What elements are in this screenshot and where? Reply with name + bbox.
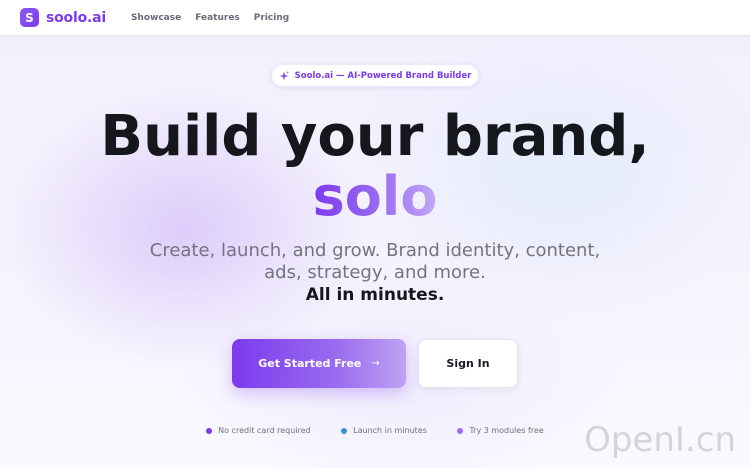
nav-link-features[interactable]: Features [195, 13, 240, 23]
feature-text: Try 3 modules free [469, 426, 544, 435]
separator: · [440, 426, 444, 435]
top-nav: S soolo.ai Showcase Features Pricing [0, 0, 750, 36]
hero-subtitle-strong: All in minutes. [305, 285, 445, 305]
feature-dot-icon [341, 427, 348, 434]
feature-item: Try 3 modules free [457, 426, 544, 435]
sign-in-label: Sign In [446, 357, 490, 370]
badge-text: Soolo.ai — AI-Powered Brand Builder [294, 70, 472, 81]
feature-item: No credit card required [206, 426, 311, 435]
feature-text: Launch in minutes [353, 426, 427, 435]
feature-text: No credit card required [218, 426, 311, 435]
nav-link-pricing[interactable]: Pricing [254, 13, 289, 23]
hero-headline-accent: solo [0, 166, 750, 228]
hero-headline: Build your brand, [100, 104, 650, 169]
logo-text[interactable]: soolo.ai [46, 10, 106, 26]
announcement-badge: Soolo.ai — AI-Powered Brand Builder [271, 64, 479, 87]
separator: · [324, 426, 328, 435]
feature-dot-icon [457, 427, 464, 434]
logo-letter: S [25, 10, 34, 25]
hero-subtitle: Create, launch, and grow. Brand identity… [0, 240, 750, 284]
nav-link-showcase[interactable]: Showcase [131, 13, 181, 23]
hero-accent-word: solo [312, 165, 438, 228]
watermark: OpenI.cn [584, 420, 736, 460]
arrow-right-icon: → [371, 358, 380, 369]
get-started-button[interactable]: Get Started Free → [232, 339, 406, 388]
hero-subtitle-line-2: ads, strategy, and more. [264, 262, 486, 283]
hero-subtitle-line-1: Create, launch, and grow. Brand identity… [149, 240, 601, 261]
get-started-label: Get Started Free [258, 357, 362, 370]
sparkle-icon [279, 71, 289, 81]
feature-dot-icon [206, 427, 213, 434]
feature-item: Launch in minutes [341, 426, 427, 435]
logo-icon[interactable]: S [20, 8, 39, 27]
nav-links: Showcase Features Pricing [131, 13, 289, 23]
landing-page: S soolo.ai Showcase Features Pricing Soo… [0, 0, 750, 468]
sign-in-button[interactable]: Sign In [418, 339, 518, 388]
